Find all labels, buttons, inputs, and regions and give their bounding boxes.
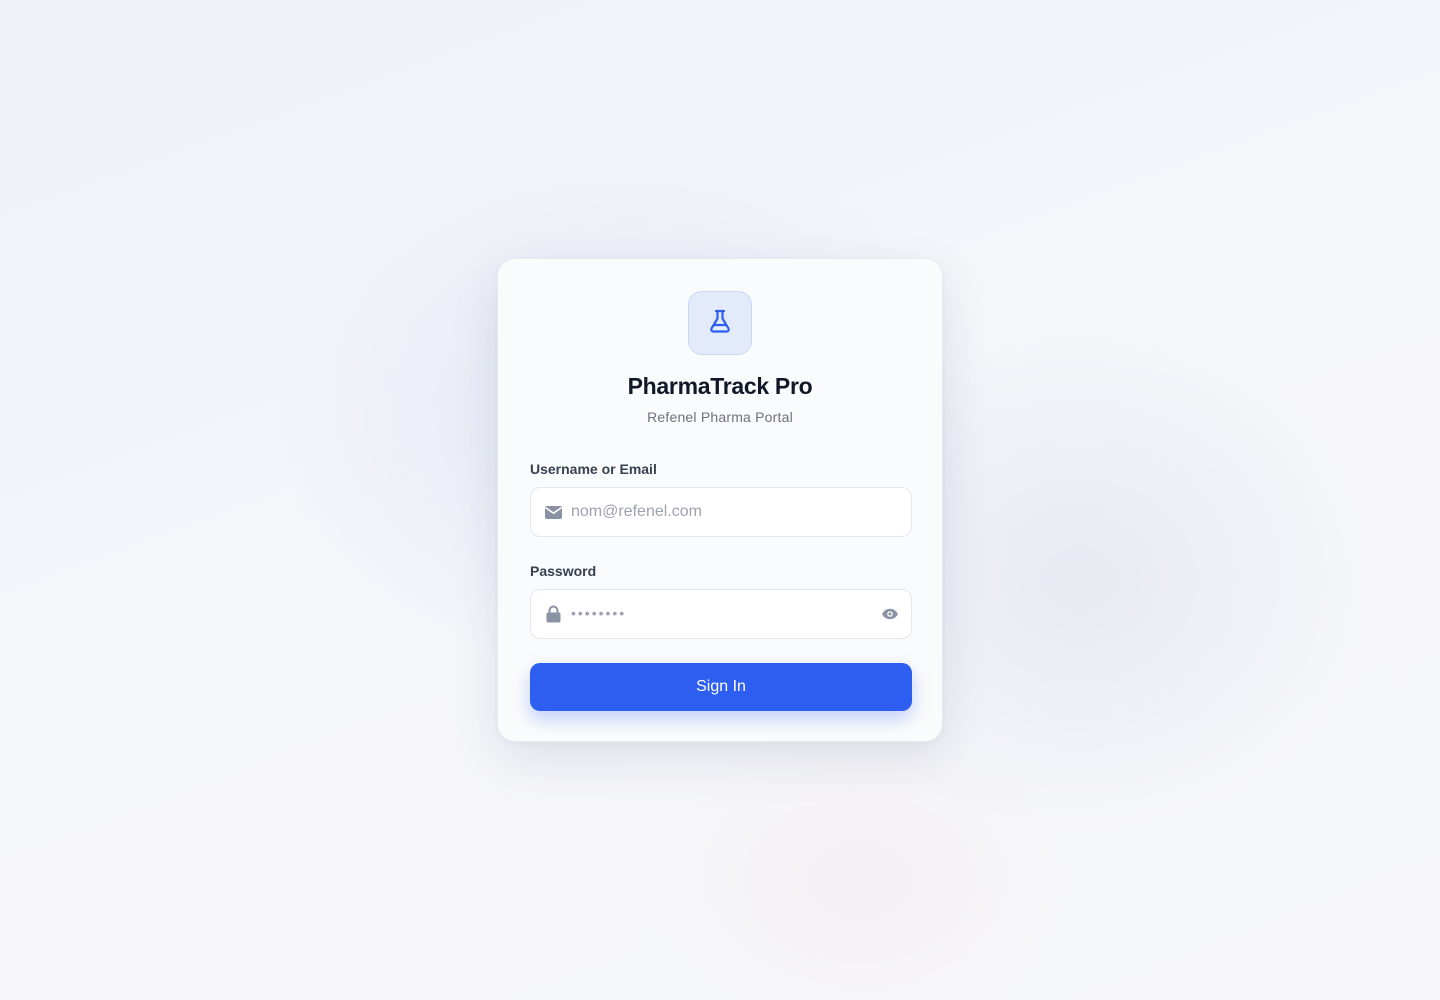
username-input[interactable] — [571, 488, 861, 536]
sign-in-button[interactable]: Sign In — [530, 663, 912, 711]
app-logo — [688, 291, 752, 355]
mail-icon — [544, 503, 562, 521]
app-subtitle: Refenel Pharma Portal — [647, 409, 793, 425]
lock-icon — [544, 605, 562, 623]
app-title: PharmaTrack Pro — [627, 373, 813, 399]
eye-icon[interactable] — [880, 604, 900, 624]
username-field[interactable] — [530, 487, 912, 537]
password-label: Password — [530, 563, 597, 579]
username-label: Username or Email — [530, 461, 657, 477]
password-field[interactable] — [530, 589, 912, 639]
flask-icon — [705, 306, 735, 341]
login-card: PharmaTrack Pro Refenel Pharma Portal Us… — [497, 258, 943, 742]
password-input[interactable] — [571, 590, 861, 638]
